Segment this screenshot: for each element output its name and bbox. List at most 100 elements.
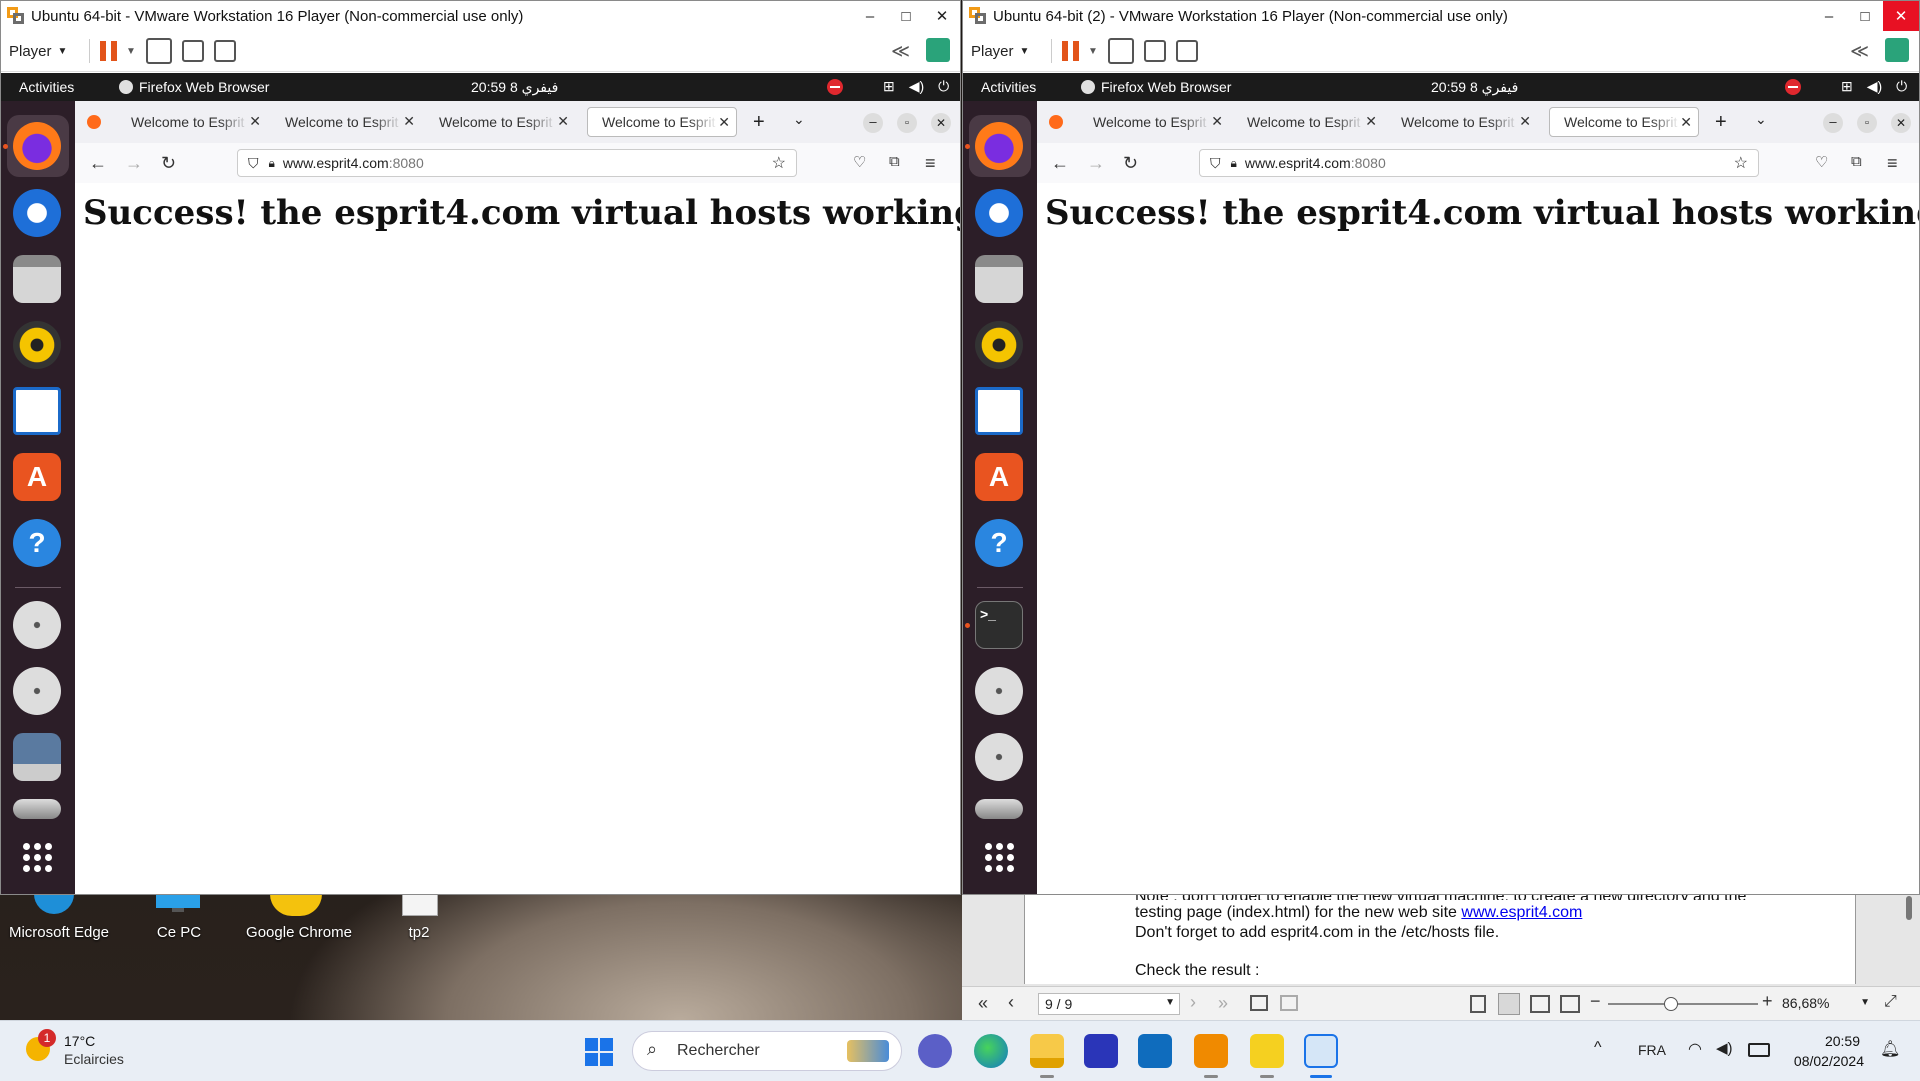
- dvd-drive-icon[interactable]: [975, 667, 1023, 715]
- two-page-icon[interactable]: [1530, 995, 1550, 1013]
- close-window-icon[interactable]: ✕: [1891, 113, 1911, 133]
- message-log-icon[interactable]: [1885, 38, 1909, 62]
- status-area[interactable]: ⊞ ◀) ⏻: [1785, 78, 1907, 95]
- clock-time[interactable]: 20:59: [1800, 1033, 1860, 1049]
- rotate-alt-icon[interactable]: [1280, 995, 1298, 1011]
- thunderbird-icon[interactable]: [13, 189, 61, 237]
- zoom-slider-thumb[interactable]: [1664, 997, 1678, 1011]
- zoom-out-icon[interactable]: −: [1590, 991, 1601, 1012]
- tab-4-active[interactable]: Welcome to Esprit ✕: [1549, 107, 1699, 137]
- tab-3[interactable]: Welcome to Esprit ✕: [1387, 107, 1537, 137]
- unity-mode-icon[interactable]: [213, 40, 236, 62]
- forward-icon[interactable]: →: [1087, 153, 1105, 174]
- chevron-down-icon[interactable]: ▼: [126, 46, 136, 57]
- pdf-reader-icon[interactable]: [1194, 1034, 1228, 1068]
- status-area[interactable]: ⊞ ◀) ⏻: [827, 78, 949, 95]
- bookmark-star-icon[interactable]: ☆: [1734, 153, 1748, 173]
- files-icon[interactable]: [975, 255, 1023, 303]
- show-hidden-icons-icon[interactable]: ^: [1594, 1039, 1602, 1057]
- pdf-link[interactable]: www.esprit4.com: [1461, 904, 1582, 921]
- dvd-drive-icon[interactable]: [13, 601, 61, 649]
- edge-icon[interactable]: [974, 1034, 1008, 1068]
- tab-list-icon[interactable]: ⌄: [1755, 111, 1767, 128]
- clock-date[interactable]: 08/02/2024: [1784, 1053, 1864, 1069]
- first-page-icon[interactable]: «: [978, 993, 988, 1014]
- snipping-tool-icon[interactable]: [1304, 1034, 1338, 1068]
- pause-icon[interactable]: [1062, 41, 1080, 61]
- close-tab-icon[interactable]: ✕: [249, 113, 261, 130]
- start-button[interactable]: [585, 1038, 613, 1066]
- zoom-slider[interactable]: [1608, 1003, 1758, 1005]
- extensions-icon[interactable]: ⧉: [889, 153, 900, 170]
- unity-mode-icon[interactable]: [1175, 40, 1198, 62]
- close-tab-icon[interactable]: ✕: [1365, 113, 1377, 130]
- firefox-icon[interactable]: [975, 122, 1023, 170]
- prev-page-icon[interactable]: ‹: [1008, 992, 1014, 1013]
- firefox-icon[interactable]: [13, 122, 61, 170]
- close-tab-icon[interactable]: ✕: [718, 114, 730, 131]
- two-page-cont-icon[interactable]: [1560, 995, 1580, 1013]
- activities-button[interactable]: Activities: [19, 79, 74, 95]
- single-page-icon[interactable]: [1470, 995, 1486, 1013]
- desktop-icon-edge[interactable]: Microsoft Edge: [4, 894, 114, 944]
- desktop-icon-tp2[interactable]: tp2: [364, 894, 474, 944]
- files-icon[interactable]: [13, 255, 61, 303]
- rhythmbox-icon[interactable]: [13, 321, 61, 369]
- vscode-icon[interactable]: [1084, 1034, 1118, 1068]
- close-tab-icon[interactable]: ✕: [557, 113, 569, 130]
- tab-1[interactable]: Welcome to Esprit ✕: [1079, 107, 1229, 137]
- reload-icon[interactable]: ↻: [161, 153, 176, 174]
- maximize-button[interactable]: □: [888, 1, 924, 31]
- activities-button[interactable]: Activities: [981, 79, 1036, 95]
- close-window-icon[interactable]: ✕: [931, 113, 951, 133]
- rotate-icon[interactable]: [1250, 995, 1268, 1011]
- fullscreen-icon[interactable]: ⤢: [1884, 993, 1897, 1011]
- lock-icon[interactable]: 🔒︎: [269, 156, 275, 171]
- restore-icon[interactable]: ▫: [897, 113, 917, 133]
- pdf-scrollbar[interactable]: [1906, 896, 1912, 920]
- minimize-icon[interactable]: –: [1823, 113, 1843, 133]
- message-log-icon[interactable]: [926, 38, 950, 62]
- desktop-icon-chrome[interactable]: Google Chrome: [244, 894, 354, 944]
- firefox-view-icon[interactable]: [1049, 115, 1063, 129]
- file-explorer-icon[interactable]: [1030, 1034, 1064, 1068]
- tab-list-icon[interactable]: ⌄: [793, 111, 805, 128]
- pause-icon[interactable]: [100, 41, 118, 61]
- show-apps-icon[interactable]: [23, 843, 53, 873]
- clock[interactable]: 20:59 فيفري 8: [1431, 79, 1518, 96]
- show-apps-icon[interactable]: [985, 843, 1015, 873]
- collapse-icon[interactable]: ≪: [1850, 41, 1869, 62]
- dvd-drive-icon[interactable]: [975, 733, 1023, 781]
- clock[interactable]: 20:59 فيفري 8: [471, 79, 558, 96]
- close-tab-icon[interactable]: ✕: [1680, 114, 1692, 131]
- back-icon[interactable]: ←: [1051, 153, 1069, 174]
- desktop-icon-this-pc[interactable]: Ce PC: [124, 894, 234, 944]
- pocket-icon[interactable]: ♡: [1815, 153, 1828, 171]
- minimize-button[interactable]: –: [1811, 1, 1847, 31]
- close-tab-icon[interactable]: ✕: [1211, 113, 1223, 130]
- vmware-icon[interactable]: [1250, 1034, 1284, 1068]
- menu-icon[interactable]: ≡: [1887, 153, 1898, 174]
- page-selector[interactable]: 9 / 9 ▼: [1038, 993, 1180, 1015]
- close-button[interactable]: ✕: [924, 1, 960, 31]
- thunderbird-icon[interactable]: [975, 189, 1023, 237]
- chevron-down-icon[interactable]: ▼: [1088, 46, 1098, 57]
- close-tab-icon[interactable]: ✕: [403, 113, 415, 130]
- tab-1[interactable]: Welcome to Esprit ✕: [117, 107, 267, 137]
- firefox-view-icon[interactable]: [87, 115, 101, 129]
- pocket-icon[interactable]: ♡: [853, 153, 866, 171]
- fullscreen-icon[interactable]: [1143, 40, 1166, 62]
- reload-icon[interactable]: ↻: [1123, 153, 1138, 174]
- disk-drive-icon[interactable]: [13, 799, 61, 819]
- minimize-button[interactable]: –: [852, 1, 888, 31]
- extensions-icon[interactable]: ⧉: [1851, 153, 1862, 170]
- tab-3[interactable]: Welcome to Esprit ✕: [425, 107, 575, 137]
- maximize-button[interactable]: □: [1847, 1, 1883, 31]
- notification-bell-icon[interactable]: 🔔︎: [1880, 1039, 1900, 1059]
- mail-icon[interactable]: [1138, 1034, 1172, 1068]
- software-icon[interactable]: A: [13, 453, 61, 501]
- app-menu[interactable]: Firefox Web Browser: [1081, 79, 1231, 95]
- url-bar[interactable]: ⛉ 🔒︎ www.esprit4.com:8080 ☆: [1199, 149, 1759, 177]
- dvd-drive-icon[interactable]: [13, 667, 61, 715]
- writer-icon[interactable]: [975, 387, 1023, 435]
